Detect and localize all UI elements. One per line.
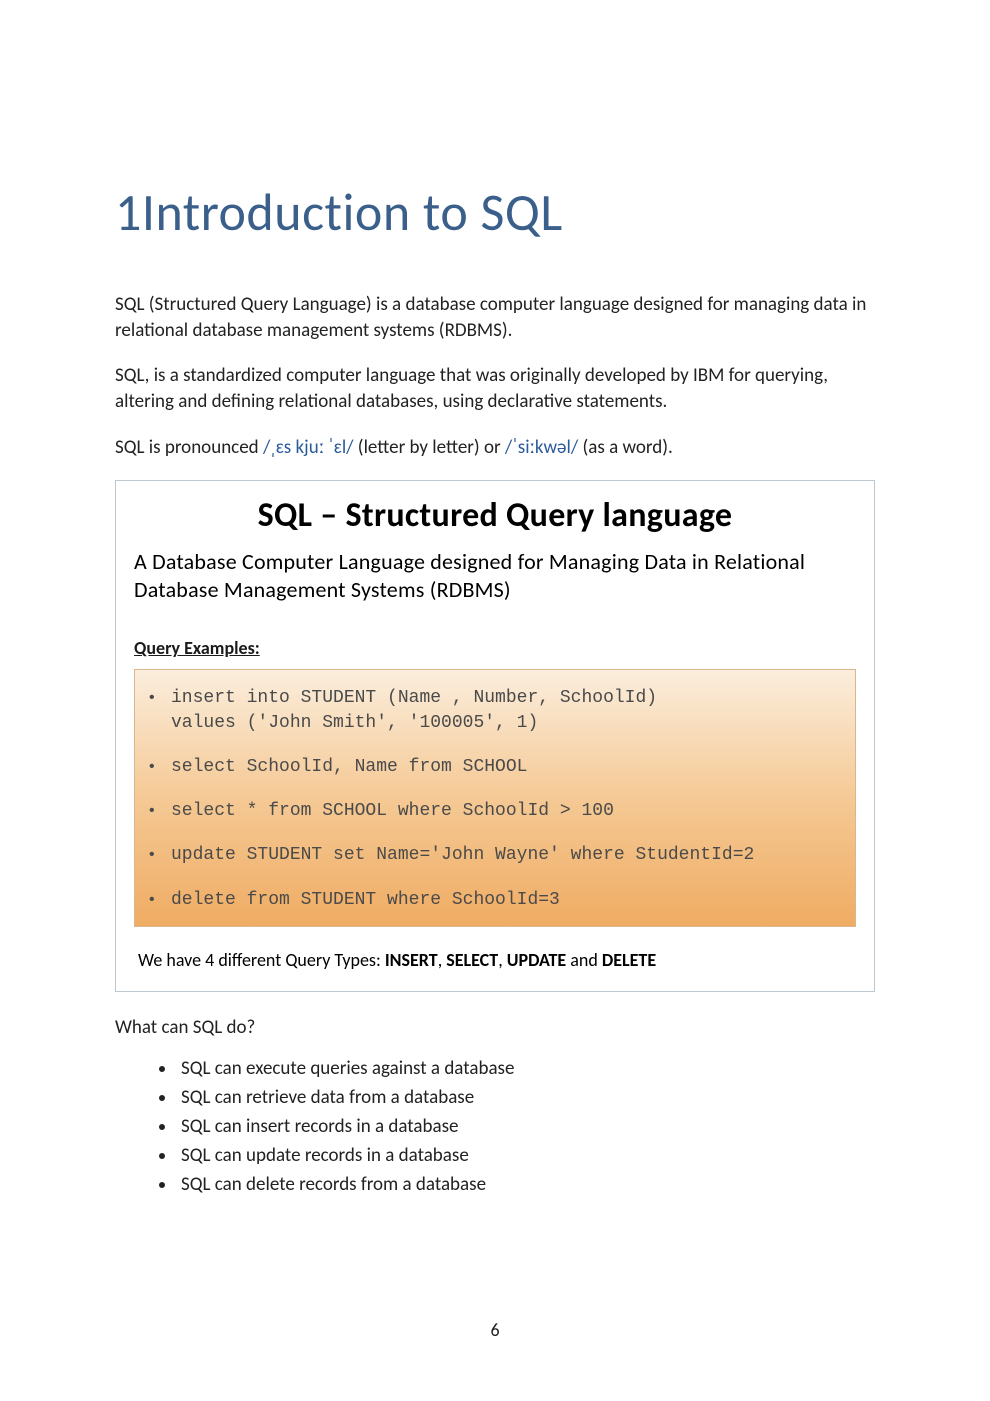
summary-type: UPDATE — [507, 949, 566, 971]
bullet-icon: • — [149, 843, 171, 867]
code-line: • insert into STUDENT (Name , Number, Sc… — [149, 686, 841, 735]
page-title: 1Introduction to SQL — [115, 180, 875, 244]
list-item: SQL can execute queries against a databa… — [177, 1057, 875, 1080]
bullet-icon: • — [149, 888, 171, 912]
code-text: select SchoolId, Name from SCHOOL — [171, 755, 527, 779]
pronunciation-paragraph: SQL is pronounced /ˌɛs kjuː ˈɛl/ (letter… — [115, 435, 875, 461]
code-line: • update STUDENT set Name='John Wayne' w… — [149, 843, 841, 867]
phonetic-1: /ˌɛs kjuː ˈɛl/ — [263, 436, 354, 459]
list-item: SQL can delete records from a database — [177, 1173, 875, 1196]
query-examples-label: Query Examples: — [134, 637, 856, 659]
info-box: SQL – Structured Query language A Databa… — [115, 480, 875, 992]
code-text: insert into STUDENT (Name , Number, Scho… — [171, 686, 657, 735]
phonetic-2: /ˈsiːkwəl/ — [505, 436, 578, 459]
list-item: SQL can update records in a database — [177, 1144, 875, 1167]
code-text: select * from SCHOOL where SchoolId > 10… — [171, 799, 614, 823]
intro-paragraph-2: SQL, is a standardized computer language… — [115, 363, 875, 414]
bullet-icon: • — [149, 755, 171, 779]
code-panel: • insert into STUDENT (Name , Number, Sc… — [134, 669, 856, 927]
summary-type: SELECT — [446, 949, 498, 971]
bullet-icon: • — [149, 799, 171, 823]
summary-type: DELETE — [602, 949, 656, 971]
pronunciation-pre: SQL is pronounced — [115, 436, 263, 459]
code-line: • select SchoolId, Name from SCHOOL — [149, 755, 841, 779]
code-line: • delete from STUDENT where SchoolId=3 — [149, 888, 841, 912]
query-types-summary: We have 4 different Query Types: INSERT,… — [134, 949, 856, 971]
summary-pre: We have 4 different Query Types: — [138, 949, 385, 971]
page-number: 6 — [0, 1319, 990, 1341]
summary-type: INSERT — [385, 949, 438, 971]
list-item: SQL can retrieve data from a database — [177, 1086, 875, 1109]
pronunciation-post: (as a word). — [578, 436, 673, 459]
what-can-sql-do: What can SQL do? — [115, 1016, 875, 1039]
pronunciation-mid: (letter by letter) or — [354, 436, 505, 459]
code-text: update STUDENT set Name='John Wayne' whe… — [171, 843, 754, 867]
code-line: • select * from SCHOOL where SchoolId > … — [149, 799, 841, 823]
list-item: SQL can insert records in a database — [177, 1115, 875, 1138]
bullet-icon: • — [149, 686, 171, 710]
capabilities-list: SQL can execute queries against a databa… — [115, 1057, 875, 1196]
info-box-subtitle: A Database Computer Language designed fo… — [134, 548, 856, 603]
code-text: delete from STUDENT where SchoolId=3 — [171, 888, 560, 912]
summary-and: and — [566, 949, 602, 971]
info-box-title: SQL – Structured Query language — [134, 495, 856, 536]
intro-paragraph-1: SQL (Structured Query Language) is a dat… — [115, 292, 875, 343]
